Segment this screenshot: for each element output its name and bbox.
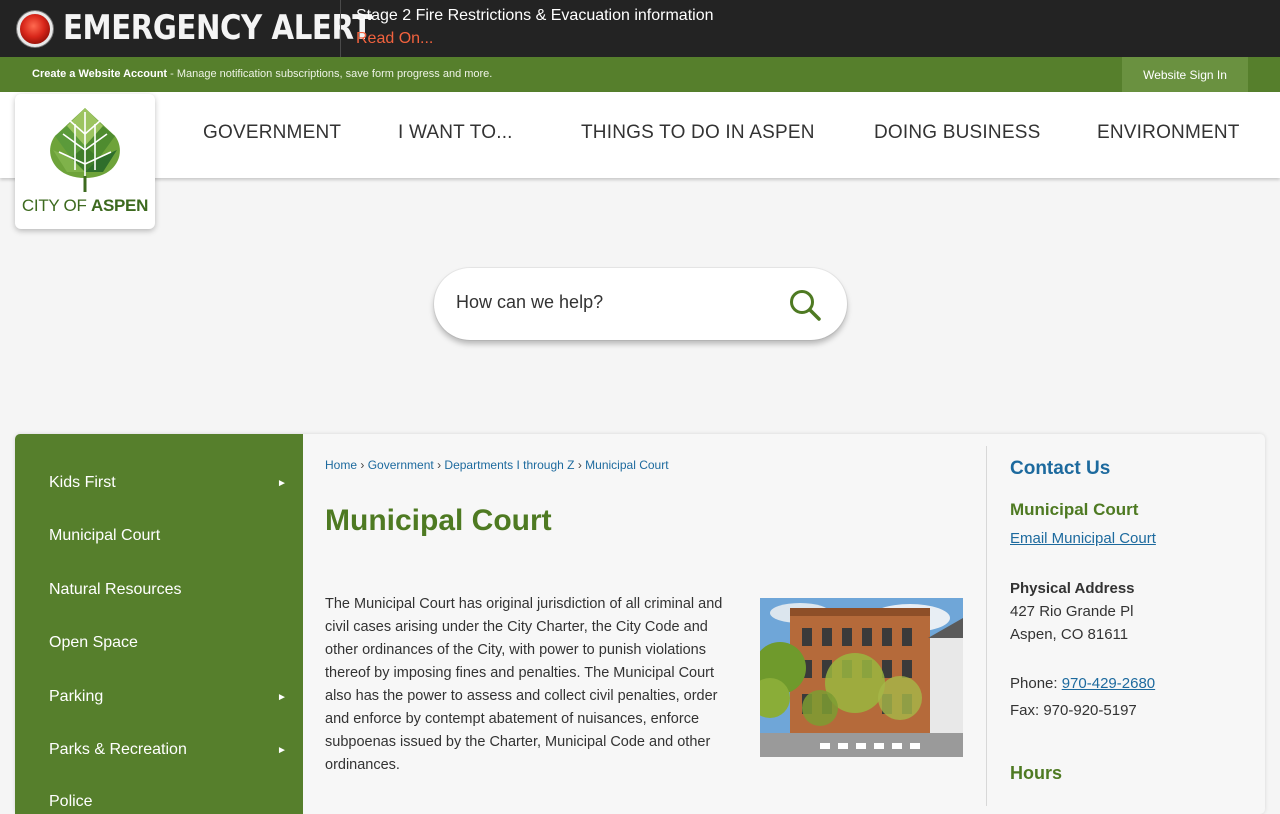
physical-address-label: Physical Address	[1010, 580, 1135, 597]
breadcrumb-home[interactable]: Home	[325, 458, 357, 472]
city-logo[interactable]: CITY OF ASPEN	[15, 94, 155, 229]
side-item-parks-recreation[interactable]: Parks & Recreation	[49, 741, 187, 759]
breadcrumb-departments[interactable]: Departments I through Z	[444, 458, 574, 472]
nav-government[interactable]: GOVERNMENT	[203, 122, 341, 144]
emergency-alert-bar: EMERGENCY ALERT Stage 2 Fire Restriction…	[0, 0, 1280, 57]
contact-department: Municipal Court	[1010, 500, 1139, 519]
nav-things-to-do[interactable]: THINGS TO DO IN ASPEN	[581, 122, 815, 144]
side-item-municipal-court[interactable]: Municipal Court	[49, 527, 160, 545]
phone-label: Phone:	[1010, 675, 1062, 692]
search-icon[interactable]	[788, 288, 822, 322]
site-search	[434, 268, 847, 340]
breadcrumb-separator: ›	[360, 458, 365, 472]
create-account-link[interactable]: Create a Website Account	[32, 68, 167, 80]
nav-i-want-to[interactable]: I WANT TO...	[398, 122, 513, 144]
aspen-leaf-icon	[50, 108, 120, 192]
page-title: Municipal Court	[325, 504, 552, 537]
account-description: - Manage notification subscriptions, sav…	[167, 68, 493, 80]
email-municipal-court-link[interactable]: Email Municipal Court	[1010, 530, 1156, 547]
nav-doing-business[interactable]: DOING BUSINESS	[874, 122, 1040, 144]
account-notice: Create a Website Account - Manage notifi…	[32, 68, 492, 80]
nav-environment[interactable]: ENVIRONMENT	[1097, 122, 1240, 144]
address-line-1: 427 Rio Grande Pl	[1010, 603, 1134, 620]
side-navigation: Kids First ► Municipal Court Natural Res…	[15, 434, 303, 814]
hours-heading: Hours	[1010, 763, 1063, 783]
logo-text-aspen: ASPEN	[91, 196, 149, 215]
breadcrumb-municipal-court[interactable]: Municipal Court	[585, 458, 668, 472]
side-item-parking[interactable]: Parking	[49, 688, 103, 706]
alert-beacon-icon	[17, 11, 53, 47]
side-item-natural-resources[interactable]: Natural Resources	[49, 581, 182, 599]
alert-message[interactable]: Stage 2 Fire Restrictions & Evacuation i…	[356, 7, 714, 25]
fax-number: Fax: 970-920-5197	[1010, 702, 1137, 719]
breadcrumb-government[interactable]: Government	[368, 458, 434, 472]
side-item-police[interactable]: Police	[49, 793, 93, 811]
column-divider	[986, 446, 987, 806]
expand-arrow-icon[interactable]: ►	[277, 478, 287, 489]
contact-us-heading: Contact Us	[1010, 458, 1111, 479]
logo-text: CITY OF ASPEN	[15, 196, 155, 216]
side-item-kids-first[interactable]: Kids First	[49, 474, 116, 492]
courthouse-photo	[760, 598, 963, 757]
logo-text-city: CITY OF	[21, 196, 91, 215]
alert-divider	[340, 0, 341, 57]
breadcrumb-separator: ›	[437, 458, 442, 472]
breadcrumb: Home › Government › Departments I throug…	[325, 458, 669, 472]
expand-arrow-icon[interactable]: ►	[277, 745, 287, 756]
address-line-2: Aspen, CO 81611	[1010, 626, 1129, 643]
page-body-text: The Municipal Court has original jurisdi…	[325, 596, 723, 773]
side-item-open-space[interactable]: Open Space	[49, 634, 138, 652]
breadcrumb-separator: ›	[577, 458, 582, 472]
website-sign-in-button[interactable]: Website Sign In	[1122, 57, 1248, 92]
phone-row: Phone: 970-429-2680	[1010, 675, 1155, 692]
phone-link[interactable]: 970-429-2680	[1062, 675, 1155, 692]
expand-arrow-icon[interactable]: ►	[277, 692, 287, 703]
alert-title: EMERGENCY ALERT	[63, 8, 372, 48]
search-input[interactable]	[456, 292, 776, 313]
alert-read-on-link[interactable]: Read On...	[356, 30, 433, 48]
account-bar: Create a Website Account - Manage notifi…	[0, 57, 1280, 92]
